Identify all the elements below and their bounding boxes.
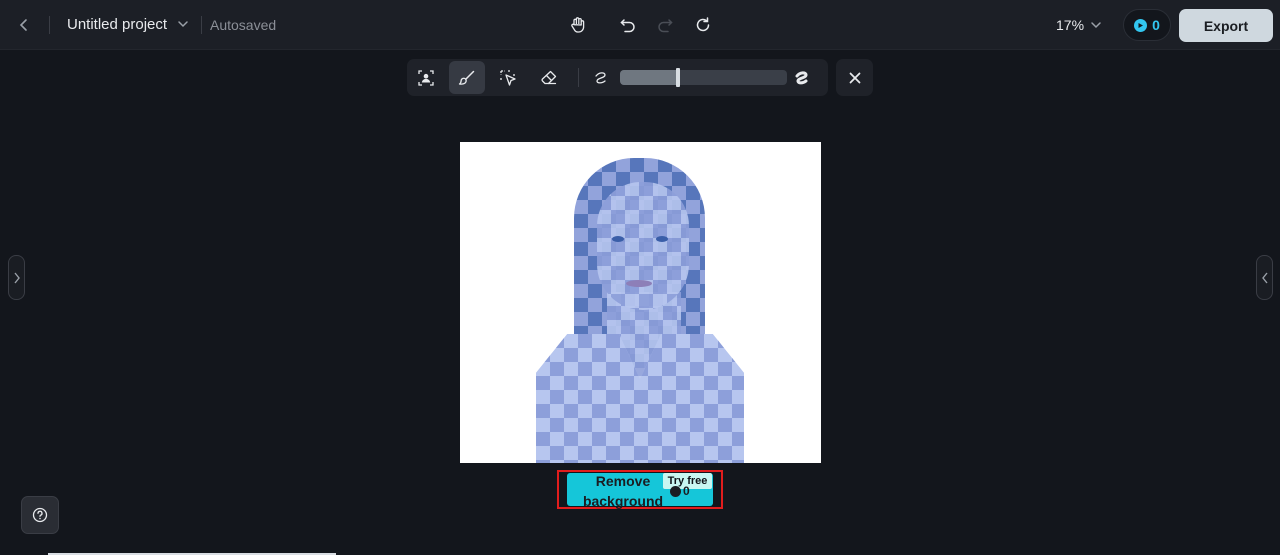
chevron-right-icon [13,272,20,283]
export-button[interactable]: Export [1179,9,1273,42]
close-button[interactable] [836,59,873,96]
right-panel-toggle[interactable] [1256,255,1273,300]
chevron-left-icon [1261,272,1268,283]
remove-background-credit-count: 0 [683,484,690,498]
eye [656,236,668,242]
refresh-icon[interactable] [690,12,716,38]
top-bar: Untitled project Autosaved 17% 0 Export [0,0,1280,50]
back-button[interactable] [10,12,38,38]
help-icon [32,507,48,523]
zoom-level[interactable]: 17% [1056,17,1084,33]
image-canvas[interactable] [460,142,821,463]
face-mask [597,182,689,310]
help-button[interactable] [21,496,59,534]
brush-size-slider[interactable] [620,70,787,85]
brush-size-handle[interactable] [676,68,680,87]
chevron-left-icon [19,19,27,31]
smart-select-button[interactable] [490,61,526,94]
credit-icon [670,485,681,497]
brush-size-small-button[interactable] [583,61,619,94]
undo-icon[interactable] [615,12,641,38]
project-title[interactable]: Untitled project [67,16,167,33]
lips [626,280,652,287]
brush-size-large-icon [795,70,808,84]
brush-size-large-button[interactable] [784,61,820,94]
smart-select-icon [500,69,516,86]
brush-size-fill [620,70,679,85]
divider [578,68,579,87]
credits-count: 0 [1152,17,1160,33]
close-icon [849,72,860,83]
eraser-icon [541,70,557,84]
save-status: Autosaved [210,17,277,33]
left-panel-toggle[interactable] [8,255,25,300]
remove-background-credit: 0 [670,484,698,498]
person-select-icon [418,69,434,86]
divider [201,16,202,34]
chevron-down-icon[interactable] [176,17,190,31]
brush-size-small-icon [595,71,606,84]
redo-icon[interactable] [652,12,678,38]
edit-toolbar [407,59,828,96]
brush-button[interactable] [449,61,485,94]
brush-icon [458,70,475,85]
chevron-down-icon[interactable] [1089,18,1103,32]
credit-icon [1134,18,1148,32]
eraser-button[interactable] [531,61,567,94]
hand-icon[interactable] [565,12,591,38]
credits-badge[interactable]: 0 [1123,9,1171,41]
divider [49,16,50,34]
remove-background-label[interactable]: Remove background [577,471,669,511]
eye [612,236,624,242]
person-select-button[interactable] [408,61,444,94]
